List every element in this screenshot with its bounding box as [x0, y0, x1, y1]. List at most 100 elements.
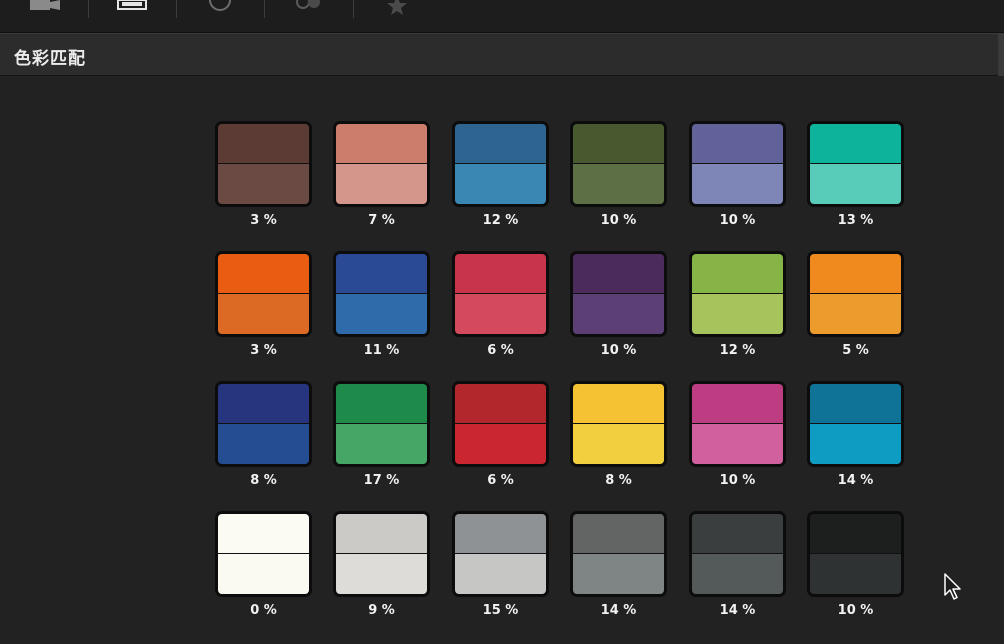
swatch-target-color — [218, 424, 309, 464]
color-swatch[interactable] — [689, 381, 786, 467]
color-swatch-cell: 3 % — [215, 251, 312, 361]
color-swatch-cell: 12 % — [452, 121, 549, 231]
swatch-percent-label: 14 % — [600, 603, 637, 618]
swatch-percent-label: 13 % — [837, 213, 874, 228]
swatch-source-color — [455, 514, 546, 553]
swatch-target-color — [810, 294, 901, 334]
color-swatch[interactable] — [570, 121, 667, 207]
swatch-source-color — [692, 254, 783, 293]
swatch-percent-label: 17 % — [363, 473, 400, 488]
color-swatch-cell: 8 % — [570, 381, 667, 491]
swatch-percent-label: 14 % — [719, 603, 756, 618]
swatch-percent-label: 15 % — [482, 603, 519, 618]
swatch-percent-label: 12 % — [719, 343, 756, 358]
color-swatch-cell: 15 % — [452, 511, 549, 621]
circle-button[interactable] — [176, 0, 264, 18]
color-swatch[interactable] — [452, 251, 549, 337]
swatch-target-color — [455, 554, 546, 594]
swatch-percent-label: 0 % — [250, 603, 277, 618]
color-swatch-cell: 0 % — [215, 511, 312, 621]
swatch-percent-label: 12 % — [482, 213, 519, 228]
swatch-target-color — [455, 294, 546, 334]
color-swatch[interactable] — [570, 511, 667, 597]
swatch-source-color — [573, 124, 664, 163]
swatch-percent-label: 3 % — [250, 343, 277, 358]
color-swatch-cell: 6 % — [452, 251, 549, 361]
swatch-percent-label: 10 % — [600, 213, 637, 228]
swatch-source-color — [692, 124, 783, 163]
color-swatch[interactable] — [452, 121, 549, 207]
color-swatch[interactable] — [215, 121, 312, 207]
swatch-source-color — [218, 514, 309, 553]
color-swatch[interactable] — [689, 511, 786, 597]
swatch-source-color — [810, 254, 901, 293]
color-swatch[interactable] — [807, 121, 904, 207]
mouse-cursor-icon — [944, 573, 961, 600]
swatch-source-color — [336, 384, 427, 423]
swatch-source-color — [336, 254, 427, 293]
swatch-target-color — [810, 424, 901, 464]
swatch-percent-label: 3 % — [250, 213, 277, 228]
color-swatch-cell: 10 % — [689, 121, 786, 231]
swatch-target-color — [810, 554, 901, 594]
color-swatch[interactable] — [215, 381, 312, 467]
swatch-source-color — [573, 254, 664, 293]
swatch-source-color — [692, 514, 783, 553]
swatch-percent-label: 7 % — [368, 213, 395, 228]
swatch-percent-label: 10 % — [600, 343, 637, 358]
toggle-icon — [296, 0, 320, 9]
color-swatch[interactable] — [452, 381, 549, 467]
swatch-target-color — [455, 164, 546, 204]
swatch-target-color — [336, 164, 427, 204]
color-swatch[interactable] — [333, 511, 430, 597]
swatch-target-color — [336, 294, 427, 334]
color-swatch[interactable] — [215, 511, 312, 597]
color-swatch[interactable] — [807, 511, 904, 597]
color-swatch-cell: 10 % — [807, 511, 904, 621]
swatch-percent-label: 10 % — [837, 603, 874, 618]
swatch-percent-label: 10 % — [719, 213, 756, 228]
color-swatch[interactable] — [570, 381, 667, 467]
swatch-source-color — [218, 254, 309, 293]
swatch-target-color — [573, 424, 664, 464]
swatch-percent-label: 8 % — [605, 473, 632, 488]
swatch-source-color — [455, 384, 546, 423]
color-match-grid: 3 % 7 % 12 % 10 % 10 % 13 % 3 % 11 % 6 % 10 % 12 %… — [215, 121, 905, 626]
panel-title: 色彩匹配 — [14, 49, 86, 69]
color-swatch[interactable] — [689, 251, 786, 337]
color-swatch[interactable] — [452, 511, 549, 597]
color-swatch[interactable] — [333, 381, 430, 467]
swatch-percent-label: 5 % — [842, 343, 869, 358]
swatch-target-color — [810, 164, 901, 204]
color-swatch-cell: 6 % — [452, 381, 549, 491]
swatch-source-color — [810, 514, 901, 553]
color-swatch-cell: 3 % — [215, 121, 312, 231]
swatch-target-color — [218, 554, 309, 594]
star-button[interactable] — [353, 0, 441, 18]
color-swatch-cell: 5 % — [807, 251, 904, 361]
color-swatch-cell: 12 % — [689, 251, 786, 361]
swatch-target-color — [692, 294, 783, 334]
color-swatch[interactable] — [333, 251, 430, 337]
toolbar — [0, 0, 1004, 33]
color-swatch-cell: 10 % — [689, 381, 786, 491]
color-swatch[interactable] — [689, 121, 786, 207]
swatch-target-color — [573, 294, 664, 334]
film-button[interactable] — [88, 0, 176, 18]
color-swatch[interactable] — [570, 251, 667, 337]
swatch-source-color — [573, 384, 664, 423]
swatch-source-color — [336, 124, 427, 163]
color-swatch[interactable] — [215, 251, 312, 337]
camera-button[interactable] — [0, 0, 88, 18]
film-icon — [117, 0, 147, 10]
swatch-source-color — [573, 514, 664, 553]
color-swatch[interactable] — [807, 381, 904, 467]
swatch-target-color — [218, 164, 309, 204]
toggle-button[interactable] — [264, 0, 352, 18]
swatch-percent-label: 11 % — [363, 343, 400, 358]
color-swatch-cell: 8 % — [215, 381, 312, 491]
swatch-source-color — [218, 384, 309, 423]
color-swatch[interactable] — [333, 121, 430, 207]
swatch-source-color — [810, 384, 901, 423]
color-swatch[interactable] — [807, 251, 904, 337]
